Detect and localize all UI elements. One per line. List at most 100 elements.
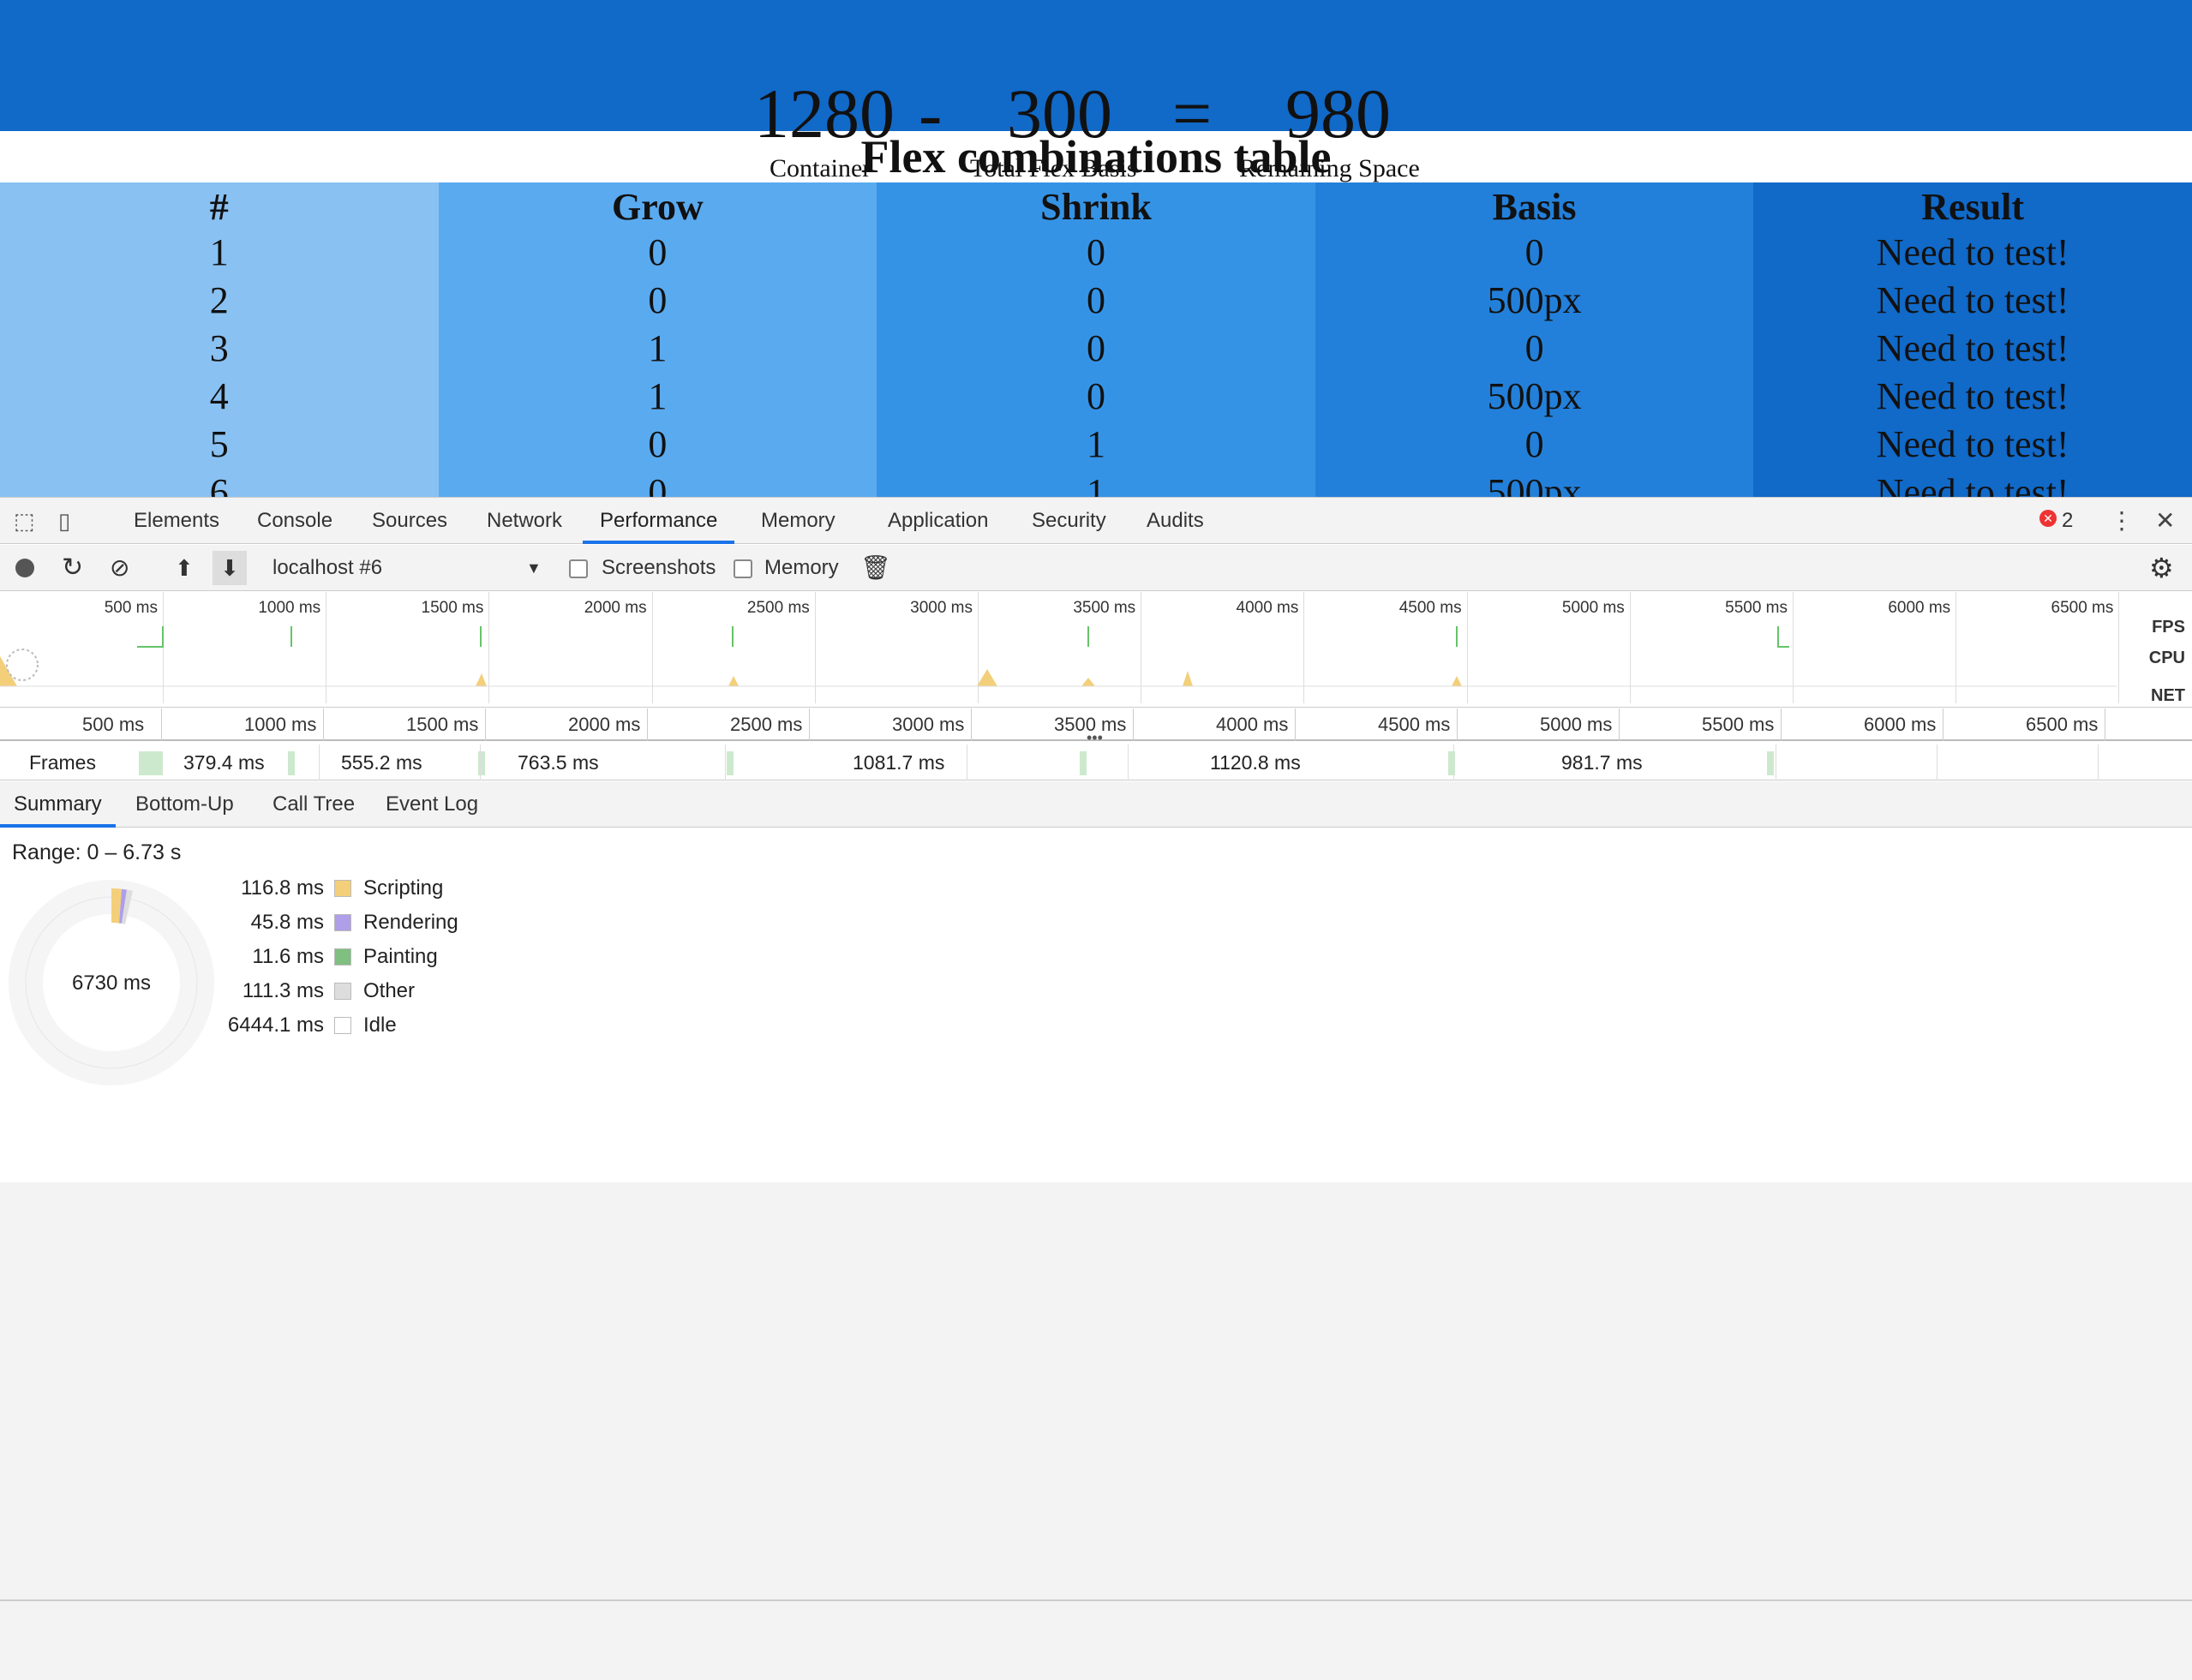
summary-donut: 6730 ms — [9, 880, 214, 1085]
frame-marker[interactable] — [288, 751, 295, 775]
clear-icon[interactable]: ⊘ — [110, 545, 129, 591]
legend-label: Rendering — [363, 911, 458, 934]
table-cell: Need to test! — [1876, 231, 2069, 273]
ruler-gridline — [323, 708, 324, 741]
legend-value: 11.6 ms — [252, 945, 324, 968]
frame-duration[interactable]: 981.7 ms — [1561, 744, 1643, 780]
ruler-tick-label: 6500 ms — [2026, 714, 2099, 735]
tab-memory[interactable]: Memory — [761, 498, 835, 544]
subtab-call-tree[interactable]: Call Tree — [273, 781, 355, 828]
range-text: Range: 0 – 6.73 s — [12, 840, 182, 864]
table-cell: 500px — [1487, 279, 1582, 321]
frames-label: Frames — [29, 751, 96, 774]
inspect-element-icon[interactable]: ⬚ — [14, 508, 35, 535]
devtools-footer — [0, 1599, 2192, 1680]
table-cell: 0 — [1524, 231, 1544, 273]
fps-track-label: FPS — [2152, 618, 2185, 637]
ruler-tick-label: 500 ms — [82, 714, 145, 735]
load-profile-icon[interactable]: ⬆ — [175, 545, 194, 591]
page-viewport: 1280 - 300 = 980 Container Total Flex Ba… — [0, 0, 2192, 497]
ruler-tick-label: 3000 ms — [892, 714, 965, 735]
legend-label: Idle — [363, 1013, 397, 1037]
summary-panel: Range: 0 – 6.73 s 6730 ms 116.8 ms Script… — [0, 828, 2192, 1085]
table-column: Grow 0 0 1 1 0 0 — [438, 182, 877, 497]
gear-icon[interactable]: ⚙ — [2149, 545, 2174, 591]
more-options-icon[interactable]: ⋮ — [2110, 498, 2134, 544]
frame-marker[interactable] — [1767, 751, 1774, 775]
subtab-summary[interactable]: Summary — [0, 781, 116, 828]
frame-marker[interactable] — [1080, 751, 1087, 775]
tab-elements[interactable]: Elements — [134, 498, 219, 544]
legend-swatch — [334, 880, 351, 897]
table-cell: 1 — [1086, 423, 1105, 465]
table-cell: 0 — [1086, 375, 1105, 417]
reload-record-icon[interactable]: ↻ — [62, 545, 83, 591]
table-cell: 1 — [648, 375, 668, 417]
screenshots-label: Screenshots — [602, 556, 716, 579]
frame-duration[interactable]: 763.5 ms — [518, 744, 599, 780]
table-cell: Need to test! — [1876, 375, 2069, 417]
frame-marker[interactable] — [727, 751, 734, 775]
ruler-tick-label: 1000 ms — [244, 714, 317, 735]
save-profile-icon[interactable]: ⬇ — [213, 551, 247, 585]
frame-divider — [480, 744, 481, 780]
ruler-tick-label: 1500 ms — [406, 714, 479, 735]
ruler-tick-label: 6000 ms — [1864, 714, 1937, 735]
devtools-tabbar: ⬚ ▯ Elements Console Sources Network Perform… — [0, 498, 2192, 544]
ruler-gridline — [1457, 708, 1458, 741]
table-cell: 2 — [209, 279, 229, 321]
recording-select[interactable]: localhost #6 — [273, 545, 382, 591]
performance-toolbar: ↻ ⊘ ⬆ ⬇ localhost #6 ▼ Screenshots Memor… — [0, 545, 2192, 591]
frame-marker[interactable] — [139, 751, 163, 775]
table-cell: 0 — [648, 471, 668, 497]
table-cell: 3 — [209, 327, 229, 369]
legend-value: 45.8 ms — [250, 911, 324, 934]
table-cell: 1 — [648, 327, 668, 369]
overview-gridline — [2118, 592, 2120, 703]
tab-security[interactable]: Security — [1032, 498, 1106, 544]
net-track-label: NET — [2151, 686, 2185, 705]
frames-track[interactable]: Frames 379.4 ms 555.2 ms 763.5 ms 1081.7 ms… — [0, 744, 2192, 780]
frame-duration[interactable]: 555.2 ms — [341, 744, 422, 780]
error-count[interactable]: 2 — [2062, 498, 2073, 544]
tab-application[interactable]: Application — [888, 498, 988, 544]
legend-value: 6444.1 ms — [227, 1013, 324, 1037]
ruler-gridline — [161, 708, 162, 741]
table-cell: 5 — [209, 423, 229, 465]
screenshots-checkbox[interactable] — [569, 545, 588, 591]
ruler-tick-label: 2000 ms — [568, 714, 641, 735]
legend-label: Other — [363, 979, 416, 1002]
column-header: Result — [1921, 186, 2025, 228]
trash-icon[interactable]: 🗑 — [860, 545, 891, 591]
frame-duration[interactable]: 1120.8 ms — [1210, 744, 1301, 780]
subtab-bottom-up[interactable]: Bottom-Up — [135, 781, 234, 828]
frame-duration[interactable]: 1081.7 ms — [853, 744, 944, 780]
table-cell: Need to test! — [1876, 279, 2069, 321]
frame-duration[interactable]: 379.4 ms — [183, 744, 265, 780]
ruler-tick-label: 2500 ms — [730, 714, 803, 735]
table-cell: 0 — [648, 279, 668, 321]
cpu-track-label: CPU — [2148, 649, 2185, 667]
tab-console[interactable]: Console — [257, 498, 332, 544]
tab-network[interactable]: Network — [487, 498, 562, 544]
tab-sources[interactable]: Sources — [372, 498, 447, 544]
close-devtools-icon[interactable]: ✕ — [2155, 498, 2175, 544]
legend-swatch — [334, 983, 351, 1000]
subtab-event-log[interactable]: Event Log — [386, 781, 478, 828]
tab-performance[interactable]: Performance — [583, 498, 735, 544]
frame-divider — [725, 744, 726, 780]
device-toolbar-icon[interactable]: ▯ — [58, 508, 70, 535]
frame-divider — [319, 744, 320, 780]
table-cell: 500px — [1487, 471, 1582, 497]
tab-audits[interactable]: Audits — [1147, 498, 1204, 544]
table-cell: 0 — [1086, 231, 1105, 273]
timeline-overview[interactable]: 500 ms 1000 ms 1500 ms 2000 ms 2500 ms 3000 m… — [0, 592, 2192, 708]
chevron-down-icon[interactable]: ▼ — [526, 545, 542, 591]
ruler-gridline — [485, 708, 486, 741]
record-icon[interactable] — [15, 559, 34, 577]
ruler-gridline — [971, 708, 972, 741]
memory-checkbox[interactable] — [734, 545, 752, 591]
legend-swatch — [334, 914, 351, 931]
error-icon[interactable]: ✕ — [2039, 510, 2057, 527]
table-cell: 0 — [648, 423, 668, 465]
